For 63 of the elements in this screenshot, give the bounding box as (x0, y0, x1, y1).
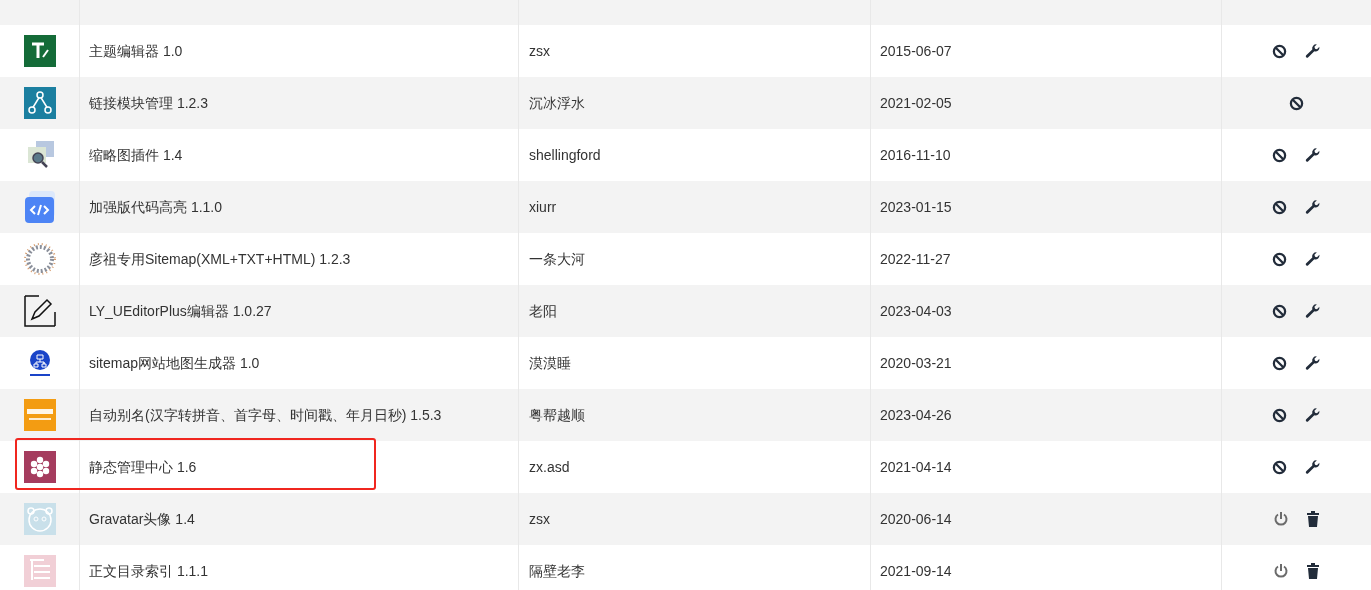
wrench-icon[interactable] (1304, 354, 1321, 372)
disable-button[interactable] (1272, 303, 1287, 319)
trash-icon[interactable] (1306, 563, 1320, 579)
plugin-date: 2020-06-14 (880, 509, 952, 529)
hexagon-cluster-icon (23, 451, 56, 483)
code-icon (23, 191, 56, 223)
disable-button[interactable] (1272, 355, 1287, 371)
plugin-author: shellingford (529, 145, 601, 165)
disable-button[interactable] (1289, 95, 1304, 111)
wrench-icon[interactable] (1304, 302, 1321, 320)
wrench-icon[interactable] (1304, 458, 1321, 476)
sun-ring-icon (22, 242, 57, 276)
plugin-author: 隔壁老李 (529, 561, 585, 581)
plugin-name: 缩略图插件 1.4 (89, 145, 183, 165)
disable-button[interactable] (1272, 43, 1287, 59)
plugin-date: 2023-01-15 (880, 197, 952, 217)
trash-icon[interactable] (1306, 511, 1320, 527)
plugin-author: zsx (529, 41, 550, 61)
plugin-name: LY_UEditorPlus编辑器 1.0.27 (89, 301, 272, 321)
plugin-author: zsx (529, 509, 550, 529)
plugin-name: 链接模块管理 1.2.3 (89, 93, 209, 113)
plugin-date: 2015-06-07 (880, 41, 952, 61)
plugin-date: 2023-04-26 (880, 405, 952, 425)
plugin-author: 粤帮越顺 (529, 405, 585, 425)
wrench-icon[interactable] (1304, 250, 1321, 268)
plugin-author: 老阳 (529, 301, 557, 321)
power-button[interactable] (1273, 563, 1289, 579)
plugin-author: 漠漠睡 (529, 353, 571, 373)
plugin-date: 2023-04-03 (880, 301, 952, 321)
disable-button[interactable] (1272, 459, 1287, 475)
wrench-icon[interactable] (1304, 198, 1321, 216)
list-outline-icon (23, 555, 56, 587)
panda-face-icon (23, 503, 56, 535)
plugin-name: 正文目录索引 1.1.1 (89, 561, 209, 581)
plugin-name: 加强版代码高亮 1.1.0 (89, 197, 223, 217)
plugin-date: 2022-11-27 (880, 249, 951, 269)
plugin-date: 2016-11-10 (880, 145, 951, 165)
plugin-date: 2021-09-14 (880, 561, 952, 581)
plugin-name: sitemap网站地图生成器 1.0 (89, 353, 260, 373)
plugin-date: 2021-04-14 (880, 457, 952, 477)
disable-button[interactable] (1272, 251, 1287, 267)
text-edit-icon (23, 35, 56, 67)
plugin-name: 自动别名(汉字转拼音、首字母、时间戳、年月日秒) 1.5.3 (89, 405, 442, 425)
disable-button[interactable] (1272, 147, 1287, 163)
plugin-author: 沉冰浮水 (529, 93, 585, 113)
share-nodes-icon (23, 87, 56, 119)
disable-button[interactable] (1272, 407, 1287, 423)
wrench-icon[interactable] (1304, 146, 1321, 164)
alias-logo-icon (23, 399, 56, 431)
pencil-icon (23, 295, 56, 327)
wrench-icon[interactable] (1304, 406, 1321, 424)
plugin-date: 2020-03-21 (880, 353, 952, 373)
plugin-author: xiurr (529, 197, 557, 217)
plugin-author: 一条大河 (529, 249, 585, 269)
power-button[interactable] (1273, 511, 1289, 527)
plugin-name: 静态管理中心 1.6 (89, 457, 197, 477)
plugin-name: 主题编辑器 1.0 (89, 41, 183, 61)
plugin-name: 彦祖专用Sitemap(XML+TXT+HTML) 1.2.3 (89, 249, 351, 269)
wrench-icon[interactable] (1304, 42, 1321, 60)
disable-button[interactable] (1272, 199, 1287, 215)
plugin-author: zx.asd (529, 457, 570, 477)
plugin-name: Gravatar头像 1.4 (89, 509, 195, 529)
plugin-date: 2021-02-05 (880, 93, 952, 113)
